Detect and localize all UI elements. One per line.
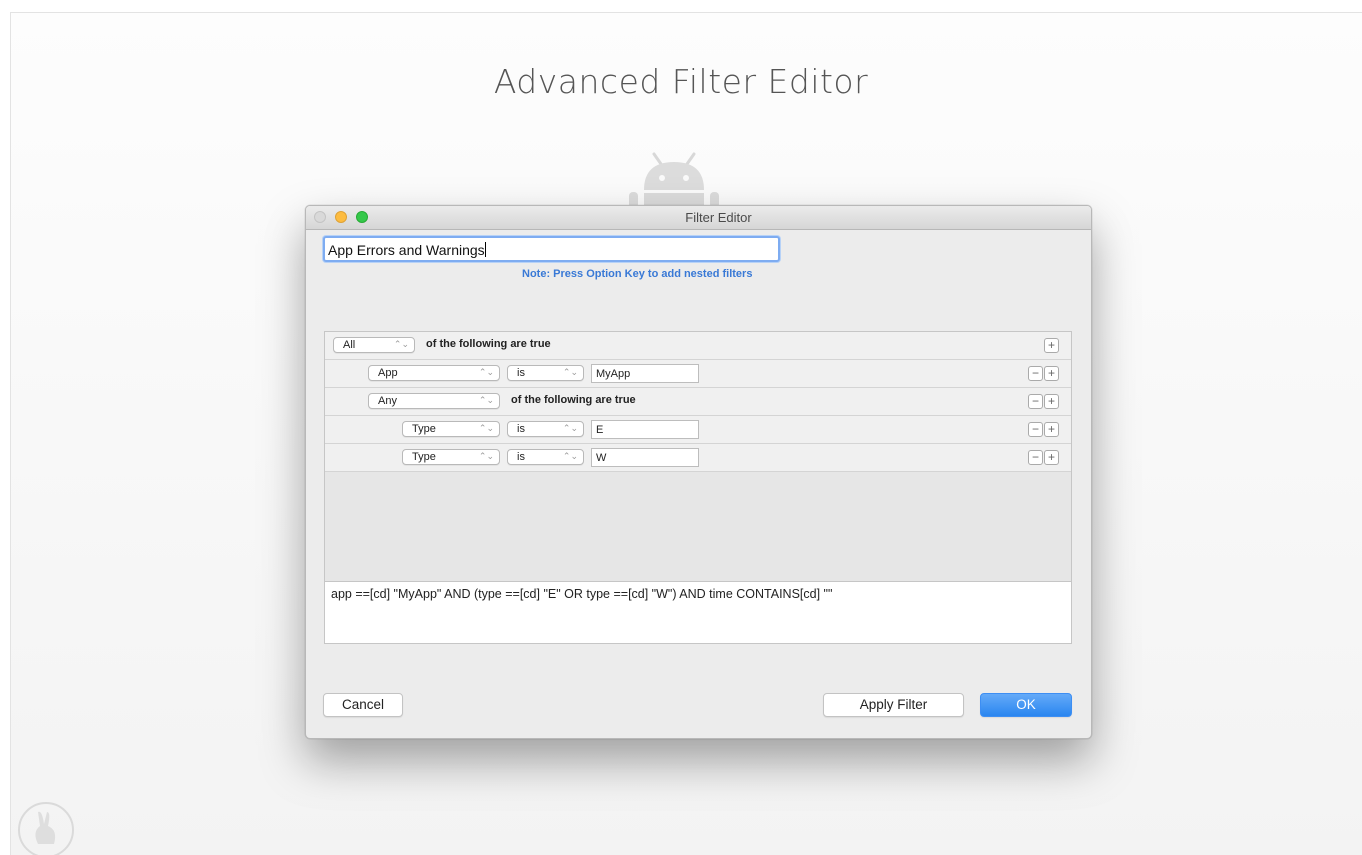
remove-rule-button[interactable]: − <box>1028 422 1043 437</box>
filter-name-input[interactable]: App Errors and Warnings <box>323 236 780 262</box>
nested-filter-note: Note: Press Option Key to add nested fil… <box>522 268 753 280</box>
popup-arrows-icon: ⌃⌄ <box>562 423 578 433</box>
page-heading: Advanced Filter Editor <box>493 62 869 101</box>
popup-arrows-icon: ⌃⌄ <box>478 423 494 433</box>
nested-quantifier-label: Any <box>378 395 397 407</box>
type-field-popup[interactable]: Type ⌃⌄ <box>402 421 500 437</box>
app-operator-label: is <box>517 367 525 379</box>
type-operator-popup[interactable]: is ⌃⌄ <box>507 421 584 437</box>
apply-filter-button[interactable]: Apply Filter <box>823 693 964 717</box>
type-operator-label: is <box>517 423 525 435</box>
window-titlebar[interactable]: Filter Editor <box>306 206 1091 230</box>
type-field-label: Type <box>412 423 436 435</box>
popup-arrows-icon: ⌃⌄ <box>478 395 494 405</box>
add-rule-button[interactable]: + <box>1044 394 1059 409</box>
popup-arrows-icon: ⌃⌄ <box>393 339 409 349</box>
ok-button[interactable]: OK <box>980 693 1072 717</box>
android-robot-icon <box>629 152 719 208</box>
root-quantifier-popup[interactable]: All ⌃⌄ <box>333 337 415 353</box>
nested-rule-text: of the following are true <box>511 394 636 406</box>
add-rule-button[interactable]: + <box>1044 366 1059 381</box>
remove-rule-button[interactable]: − <box>1028 450 1043 465</box>
app-field-label: App <box>378 367 398 379</box>
rule-row-root: All ⌃⌄ of the following are true + <box>325 332 1071 360</box>
root-rule-text: of the following are true <box>426 338 551 350</box>
rule-row-type-e: Type ⌃⌄ is ⌃⌄ E − + <box>325 416 1071 444</box>
app-value-input[interactable]: MyApp <box>591 364 699 383</box>
nested-quantifier-popup[interactable]: Any ⌃⌄ <box>368 393 500 409</box>
add-rule-button[interactable]: + <box>1044 450 1059 465</box>
type-value-input[interactable]: E <box>591 420 699 439</box>
window-title: Filter Editor <box>685 210 752 225</box>
text-caret <box>484 242 486 257</box>
root-quantifier-label: All <box>343 339 356 351</box>
filter-name-text: App Errors and Warnings <box>328 242 485 258</box>
rule-editor: All ⌃⌄ of the following are true + App ⌃… <box>324 331 1072 582</box>
add-rule-button[interactable]: + <box>1044 338 1059 353</box>
type-operator-popup[interactable]: is ⌃⌄ <box>507 449 584 465</box>
rule-row-nested: Any ⌃⌄ of the following are true − + <box>325 388 1071 416</box>
filter-editor-window: Filter Editor App Errors and Warnings No… <box>305 205 1092 739</box>
popup-arrows-icon: ⌃⌄ <box>478 451 494 461</box>
cancel-button[interactable]: Cancel <box>323 693 403 717</box>
app-operator-popup[interactable]: is ⌃⌄ <box>507 365 584 381</box>
type-value-input[interactable]: W <box>591 448 699 467</box>
remove-rule-button[interactable]: − <box>1028 394 1043 409</box>
rabbit-logo-icon <box>18 802 74 855</box>
remove-rule-button[interactable]: − <box>1028 366 1043 381</box>
popup-arrows-icon: ⌃⌄ <box>562 451 578 461</box>
predicate-text-view[interactable]: app ==[cd] "MyApp" AND (type ==[cd] "E" … <box>324 582 1072 644</box>
add-rule-button[interactable]: + <box>1044 422 1059 437</box>
popup-arrows-icon: ⌃⌄ <box>562 367 578 377</box>
type-field-popup[interactable]: Type ⌃⌄ <box>402 449 500 465</box>
type-field-label: Type <box>412 451 436 463</box>
rule-row-app: App ⌃⌄ is ⌃⌄ MyApp − + <box>325 360 1071 388</box>
app-field-popup[interactable]: App ⌃⌄ <box>368 365 500 381</box>
type-operator-label: is <box>517 451 525 463</box>
popup-arrows-icon: ⌃⌄ <box>478 367 494 377</box>
rule-row-type-w: Type ⌃⌄ is ⌃⌄ W − + <box>325 444 1071 472</box>
